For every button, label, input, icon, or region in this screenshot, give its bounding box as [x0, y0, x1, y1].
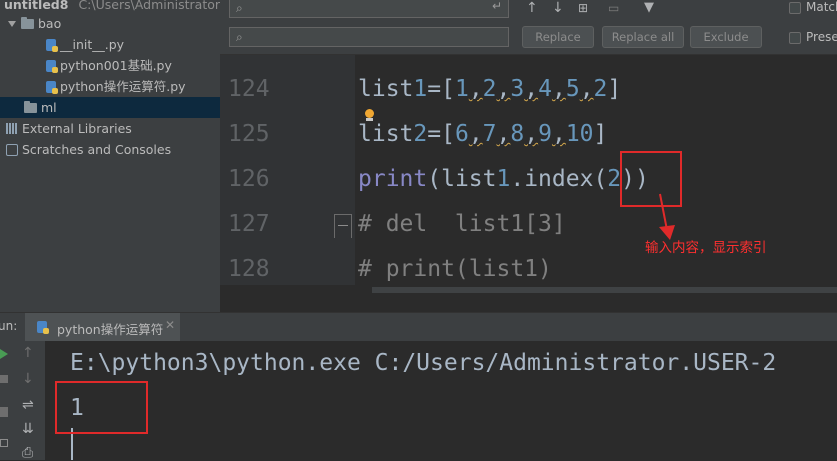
scroll-to-end-icon[interactable]: ⇊	[22, 421, 34, 437]
down-arrow-icon[interactable]: ↓	[22, 371, 34, 387]
run-toolbar: ↑ ↓ ⇌ ⇊ ⎙	[0, 341, 45, 461]
lightbulb-icon[interactable]	[365, 109, 374, 118]
exclude-button[interactable]: Exclude	[690, 26, 762, 48]
scratches-icon	[6, 144, 18, 156]
rerun-icon[interactable]	[0, 349, 8, 359]
project-root-label: untitled8	[4, 0, 69, 12]
replace-all-button[interactable]: Replace all	[602, 26, 684, 48]
code-line[interactable]: # del list1[3]	[358, 211, 566, 237]
line-number: 125	[228, 121, 270, 147]
code-line[interactable]: print(list1.index(2))	[358, 166, 649, 192]
horizontal-scrollbar[interactable]	[372, 287, 837, 293]
annotation-text: 输入内容，显示索引	[645, 240, 767, 256]
run-toolwindow-header: un: python操作运算符 ✕	[0, 312, 837, 342]
annotation-arrow-icon	[659, 193, 675, 240]
print-icon[interactable]: ⎙	[22, 445, 33, 461]
tree-item-label: python001基础.py	[60, 58, 172, 73]
find-input[interactable]: ⌕ ↵	[229, 0, 509, 18]
search-icon: ⌕	[236, 1, 243, 15]
match-case-label: Match	[806, 0, 837, 14]
project-tree: untitled8 C:\Users\Administrator bao __i…	[0, 0, 220, 312]
tree-item-ml[interactable]: ml	[0, 97, 220, 118]
find-replace-panel: ⌕ ↵ ↑ ↓ ⊞ ▭ ▼ Match ⌕ Replace Replace al…	[220, 0, 837, 55]
expand-arrow-icon[interactable]	[8, 21, 16, 27]
tree-item-external-libraries[interactable]: External Libraries	[6, 118, 226, 139]
run-config-tab[interactable]: python操作运算符 ✕	[25, 313, 180, 341]
tree-item-label: python操作运算符.py	[60, 79, 186, 94]
fold-marker-icon[interactable]	[334, 214, 352, 238]
highlight-box-output	[55, 381, 148, 434]
line-number: 124	[228, 76, 270, 102]
code-line[interactable]: # print(list1)	[358, 256, 552, 282]
python-file-icon	[37, 321, 49, 334]
tree-item-label: Scratches and Consoles	[22, 142, 172, 157]
in-selection-icon[interactable]: ▭	[608, 1, 619, 15]
python-file-icon	[46, 81, 58, 94]
tree-item-label: ml	[41, 100, 57, 115]
newline-icon[interactable]: ↵	[492, 0, 502, 13]
stop-icon[interactable]	[0, 375, 8, 383]
search-icon: ⌕	[236, 30, 243, 44]
code-line[interactable]: list1=[1,2,3,4,5,2]	[358, 76, 621, 102]
match-case-checkbox[interactable]	[789, 2, 801, 14]
lightbulb-base	[366, 118, 373, 121]
run-tab-label: un:	[0, 319, 18, 333]
tree-item-scratches[interactable]: Scratches and Consoles	[6, 139, 226, 160]
line-number: 126	[228, 166, 270, 192]
soft-wrap-icon[interactable]: ⇌	[22, 397, 34, 413]
select-all-occurrences-icon[interactable]: ⊞	[578, 1, 588, 15]
filter-icon[interactable]: ▼	[644, 0, 654, 15]
line-number: 127	[228, 211, 270, 237]
python-file-icon	[46, 39, 58, 52]
tree-item-bao[interactable]: bao	[8, 13, 228, 34]
tree-item-label: External Libraries	[22, 121, 132, 136]
console-command-line: E:\python3\python.exe C:/Users/Administr…	[70, 350, 777, 376]
preserve-case-checkbox[interactable]	[789, 32, 801, 44]
replace-button[interactable]: Replace	[522, 26, 594, 48]
python-file-icon	[46, 60, 58, 73]
code-line[interactable]: list2=[6,7,8,9,10]	[358, 121, 607, 147]
close-icon[interactable]: ✕	[165, 318, 175, 332]
folder-icon	[21, 17, 34, 29]
pin-icon[interactable]	[0, 407, 8, 417]
previous-occurrence-icon[interactable]: ↑	[526, 0, 538, 16]
tree-item-label: bao	[38, 16, 62, 31]
line-number: 128	[228, 256, 270, 282]
tree-item-label: __init__.py	[60, 37, 125, 52]
project-root-path: C:\Users\Administrator	[78, 0, 221, 12]
folder-icon	[24, 101, 37, 113]
replace-input[interactable]: ⌕	[229, 27, 509, 47]
library-icon	[6, 123, 18, 134]
preserve-case-label: Preser	[806, 30, 837, 44]
up-arrow-icon[interactable]: ↑	[22, 345, 34, 361]
layout-icon[interactable]	[0, 439, 8, 447]
run-config-label: python操作运算符	[57, 322, 164, 337]
next-occurrence-icon[interactable]: ↓	[552, 0, 564, 16]
